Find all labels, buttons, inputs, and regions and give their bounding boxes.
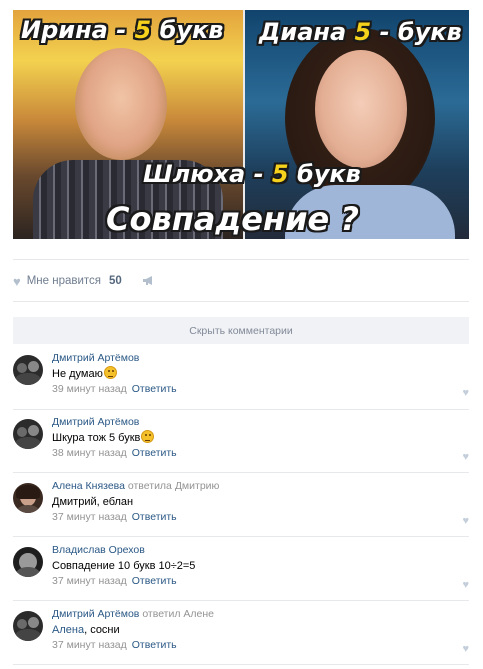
avatar[interactable]: [13, 547, 43, 577]
replied-to[interactable]: ответила Дмитрию: [128, 480, 220, 492]
caption-bottom: Совпадение ?: [106, 200, 359, 238]
left-face: [75, 48, 167, 160]
heart-icon[interactable]: ♥: [462, 451, 469, 463]
caption-middle: Шлюха - 5 букв: [143, 160, 361, 188]
like-bar: ♥ Мне нравится 50: [13, 273, 155, 289]
hide-comments-button[interactable]: Скрыть комментарии: [13, 317, 469, 344]
comment-item: Дмитрий Артёмов ответил Алене Алена, сос…: [13, 608, 469, 660]
separator: [13, 536, 469, 537]
caption-irina: Ирина - 5 букв: [21, 16, 224, 44]
avatar[interactable]: [13, 419, 43, 449]
separator: [13, 664, 469, 665]
laughing-emoji-icon: [141, 430, 155, 443]
comment-text: , сосни: [84, 624, 120, 636]
caption-diana: Диана 5 - букв: [259, 18, 462, 46]
reply-link[interactable]: Ответить: [132, 511, 177, 523]
comment-time[interactable]: 37 минут назад: [52, 511, 127, 523]
comment-author[interactable]: Дмитрий Артёмов: [52, 608, 139, 620]
megaphone-icon[interactable]: [142, 274, 155, 289]
heart-icon[interactable]: ♥: [462, 643, 469, 655]
comment-author[interactable]: Дмитрий Артёмов: [52, 352, 452, 365]
avatar[interactable]: [13, 611, 43, 641]
comment-time[interactable]: 37 минут назад: [52, 575, 127, 587]
reply-link[interactable]: Ответить: [132, 575, 177, 587]
comment-text: Шкура тож 5 букв: [52, 432, 141, 444]
comment-author[interactable]: Дмитрий Артёмов: [52, 416, 452, 429]
comment-item: Дмитрий Артёмов Не думаю 39 минут назад О…: [13, 352, 469, 404]
heart-icon[interactable]: ♥: [462, 579, 469, 591]
comment-item: Алена Князева ответила Дмитрию Дмитрий, …: [13, 480, 469, 532]
heart-icon[interactable]: ♥: [462, 515, 469, 527]
comment-text: Дмитрий, еблан: [52, 496, 134, 508]
comment-time[interactable]: 37 минут назад: [52, 639, 127, 651]
replied-to[interactable]: ответил Алене: [142, 608, 214, 620]
heart-icon[interactable]: ♥: [13, 274, 21, 289]
reply-link[interactable]: Ответить: [132, 447, 177, 459]
right-face: [315, 50, 407, 168]
comment-time[interactable]: 39 минут назад: [52, 383, 127, 395]
separator: [13, 472, 469, 473]
like-count[interactable]: 50: [109, 275, 122, 287]
heart-icon[interactable]: ♥: [462, 387, 469, 399]
separator: [13, 600, 469, 601]
comment-text: Совпадение 10 букв 10÷2=5: [52, 560, 196, 572]
reply-link[interactable]: Ответить: [132, 383, 177, 395]
mention-link[interactable]: Алена: [52, 624, 84, 636]
post-image[interactable]: Ирина - 5 букв Диана 5 - букв Шлюха - 5 …: [13, 10, 469, 239]
comment-item: Владислав Орехов Совпадение 10 букв 10÷2…: [13, 544, 469, 596]
avatar[interactable]: [13, 483, 43, 513]
thinking-emoji-icon: [103, 366, 117, 379]
separator: [13, 409, 469, 410]
comment-text: Не думаю: [52, 368, 103, 380]
comment-author[interactable]: Алена Князева: [52, 480, 125, 492]
separator: [13, 259, 469, 260]
separator: [13, 301, 469, 302]
comment-item: Дмитрий Артёмов Шкура тож 5 букв 38 мину…: [13, 416, 469, 468]
comment-author[interactable]: Владислав Орехов: [52, 544, 452, 557]
avatar[interactable]: [13, 355, 43, 385]
like-label[interactable]: Мне нравится: [27, 275, 101, 287]
reply-link[interactable]: Ответить: [132, 639, 177, 651]
comment-time[interactable]: 38 минут назад: [52, 447, 127, 459]
